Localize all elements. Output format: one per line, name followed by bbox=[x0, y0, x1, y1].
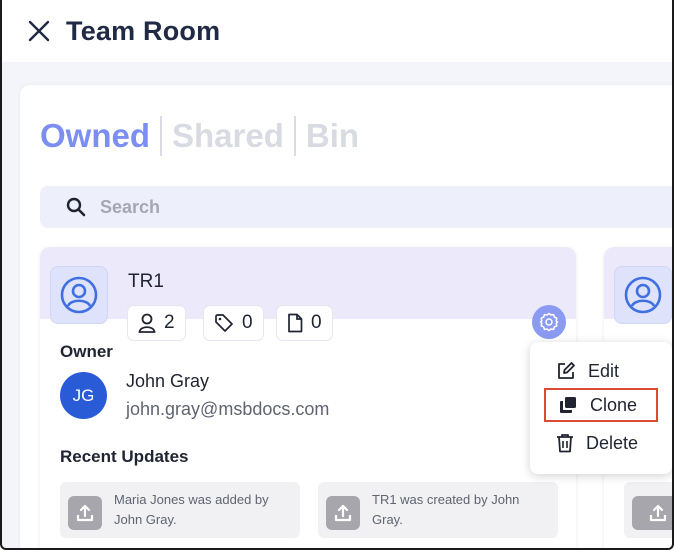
card-context-menu: Edit Clone Delete bbox=[530, 342, 672, 474]
search-icon bbox=[66, 197, 86, 217]
update-item: TR1 was created by John Gray. bbox=[318, 482, 558, 538]
edit-icon bbox=[558, 362, 575, 379]
avatar: JG bbox=[60, 372, 107, 419]
user-icon bbox=[138, 313, 156, 333]
tab-bin[interactable]: Bin bbox=[306, 116, 359, 156]
member-count-badge[interactable]: 2 bbox=[127, 305, 186, 341]
tag-icon bbox=[215, 314, 233, 332]
file-count: 0 bbox=[311, 312, 322, 333]
file-icon bbox=[288, 313, 303, 333]
update-text: Maria Jones was added by John Gray. bbox=[114, 492, 269, 527]
upload-icon bbox=[68, 496, 102, 530]
team-avatar bbox=[50, 266, 108, 324]
menu-item-label: Edit bbox=[588, 360, 620, 381]
card-settings-button[interactable] bbox=[532, 305, 566, 339]
tab-bar: Owned Shared Bin bbox=[40, 114, 359, 158]
user-circle-icon bbox=[624, 276, 662, 314]
tab-divider bbox=[293, 116, 296, 156]
page-title: Team Room bbox=[66, 15, 221, 46]
tab-shared[interactable]: Shared bbox=[172, 116, 284, 156]
owner-label: Owner bbox=[60, 342, 113, 361]
update-text: TR1 was created by John Gray. bbox=[372, 492, 520, 527]
file-count-badge[interactable]: 0 bbox=[276, 305, 333, 341]
tab-divider bbox=[160, 116, 163, 156]
menu-item-clone[interactable]: Clone bbox=[544, 388, 658, 422]
member-count: 2 bbox=[164, 312, 175, 333]
trash-icon bbox=[557, 434, 573, 453]
team-avatar bbox=[614, 266, 672, 324]
menu-item-label: Delete bbox=[586, 432, 639, 453]
team-room-name: TR1 bbox=[128, 271, 164, 292]
update-item: Maria Jones was added by John Gray. bbox=[60, 482, 300, 538]
update-item-partial bbox=[624, 482, 674, 538]
gear-icon bbox=[539, 312, 559, 332]
owner-name: John Gray bbox=[126, 371, 210, 391]
clone-icon bbox=[560, 397, 576, 413]
menu-item-delete[interactable]: Delete bbox=[544, 426, 658, 460]
upload-icon bbox=[632, 496, 674, 530]
close-icon bbox=[28, 20, 50, 42]
upload-icon bbox=[326, 496, 360, 530]
tag-count: 0 bbox=[242, 312, 253, 333]
menu-item-label: Clone bbox=[590, 394, 638, 415]
header-bar: Team Room bbox=[0, 0, 674, 62]
owner-email: john.gray@msbdocs.com bbox=[126, 399, 330, 419]
search-input[interactable] bbox=[100, 196, 500, 218]
search-bar bbox=[40, 186, 674, 228]
close-button[interactable] bbox=[26, 18, 52, 44]
recent-updates-label: Recent Updates bbox=[60, 447, 189, 466]
menu-item-edit[interactable]: Edit bbox=[544, 354, 658, 388]
tag-count-badge[interactable]: 0 bbox=[203, 305, 264, 341]
tab-owned[interactable]: Owned bbox=[40, 116, 150, 156]
user-circle-icon bbox=[60, 276, 98, 314]
